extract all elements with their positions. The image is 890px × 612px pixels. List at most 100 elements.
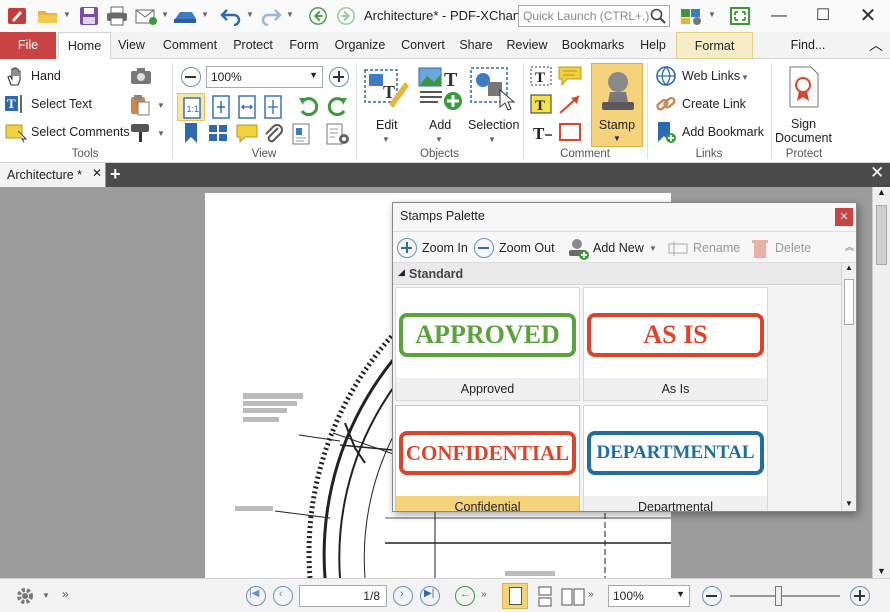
zoom-in-icon[interactable] xyxy=(329,67,349,87)
add-button[interactable]: Add xyxy=(429,118,451,132)
scan-icon[interactable] xyxy=(172,6,198,26)
maximize-button[interactable]: ☐ xyxy=(801,0,845,32)
scroll-thumb[interactable] xyxy=(876,205,887,265)
page-settings-icon[interactable] xyxy=(325,122,351,146)
rotate-left-icon[interactable] xyxy=(297,94,321,118)
tab-format[interactable]: Format xyxy=(676,32,753,59)
tab-protect[interactable]: Protect xyxy=(228,32,278,59)
arrow-icon[interactable] xyxy=(557,93,583,115)
back-icon[interactable] xyxy=(307,6,329,26)
status-zoom-select[interactable]: 100% ▼ xyxy=(608,585,690,607)
chevron-down-icon[interactable]: ▼ xyxy=(63,10,71,19)
zoom-out-icon[interactable] xyxy=(702,586,722,606)
chevron-down-icon[interactable]: ▼ xyxy=(649,244,657,253)
palette-add-new-button[interactable]: Add New xyxy=(593,241,644,255)
zoom-slider-thumb[interactable] xyxy=(775,586,782,606)
new-tab-icon[interactable]: + xyxy=(110,164,121,185)
callout-icon[interactable]: T xyxy=(529,121,553,143)
last-page-icon[interactable]: ▶| xyxy=(420,586,440,606)
zoom-in-icon[interactable] xyxy=(397,238,417,258)
chevron-down-icon[interactable]: ▼ xyxy=(157,101,165,110)
snapshot-camera-icon[interactable] xyxy=(129,66,153,86)
scroll-thumb[interactable] xyxy=(844,279,854,325)
sign-document-label-1[interactable]: Sign xyxy=(791,117,816,131)
add-bookmark-button[interactable]: Add Bookmark xyxy=(682,125,764,139)
attachments-icon[interactable] xyxy=(262,122,286,146)
zoom-in-icon[interactable] xyxy=(850,586,870,606)
properties-icon[interactable] xyxy=(291,122,313,146)
sticky-note-icon[interactable] xyxy=(557,65,583,87)
email-icon[interactable] xyxy=(134,6,158,26)
format-painter-icon[interactable] xyxy=(129,122,153,144)
zoom-slider-track[interactable] xyxy=(730,595,840,597)
text-box-icon[interactable]: T xyxy=(529,93,553,115)
select-comments-button[interactable]: Select Comments xyxy=(31,125,130,139)
chevron-down-icon[interactable]: ▼ xyxy=(676,589,685,599)
palette-delete-button[interactable]: Delete xyxy=(775,241,811,255)
select-text-button[interactable]: Select Text xyxy=(31,97,92,111)
actual-size-button[interactable]: 1:1 xyxy=(177,93,205,121)
edit-objects-icon[interactable]: T xyxy=(361,64,411,112)
zoom-out-icon[interactable] xyxy=(181,67,201,87)
palette-scrollbar[interactable]: ▲ ▼ xyxy=(841,263,856,511)
close-window-button[interactable]: ✕ xyxy=(846,0,890,32)
scroll-up-icon[interactable]: ▲ xyxy=(877,187,886,197)
chevron-down-icon[interactable]: » xyxy=(481,589,487,600)
tab-convert[interactable]: Convert xyxy=(396,32,450,59)
chevron-down-icon[interactable]: ▼ xyxy=(309,70,318,80)
forward-icon[interactable] xyxy=(335,6,357,26)
fit-page-icon[interactable] xyxy=(211,95,231,119)
palette-close-button[interactable]: ✕ xyxy=(835,208,853,226)
chevron-down-icon[interactable]: ▼ xyxy=(435,135,443,144)
palette-zoom-in-button[interactable]: Zoom In xyxy=(422,241,468,255)
chevron-down-icon[interactable]: ▼ xyxy=(488,135,496,144)
collapse-icon[interactable]: ︽ xyxy=(845,240,854,253)
tab-view[interactable]: View xyxy=(113,32,150,59)
chevron-down-icon[interactable]: ▼ xyxy=(286,10,294,19)
rectangle-icon[interactable] xyxy=(557,121,583,143)
chevron-down-icon[interactable]: ▼ xyxy=(157,129,165,138)
tab-form[interactable]: Form xyxy=(284,32,324,59)
minimize-button[interactable]: — xyxy=(757,0,801,32)
tab-file[interactable]: File xyxy=(0,32,56,59)
palette-zoom-out-button[interactable]: Zoom Out xyxy=(499,241,555,255)
stamp-button[interactable]: Stamp ▼ xyxy=(591,63,643,147)
chevron-down-icon[interactable]: ▼ xyxy=(382,135,390,144)
tab-bookmarks[interactable]: Bookmarks xyxy=(558,32,628,59)
collapse-ribbon-icon[interactable]: ︿ xyxy=(866,32,886,59)
fullscreen-icon[interactable] xyxy=(729,6,751,26)
document-tab[interactable]: Architecture * ✕ xyxy=(0,163,106,188)
create-link-button[interactable]: Create Link xyxy=(682,97,746,111)
continuous-view-icon[interactable] xyxy=(534,586,556,608)
search-icon[interactable] xyxy=(650,8,666,24)
previous-view-icon[interactable]: ← xyxy=(455,586,475,606)
settings-gear-icon[interactable] xyxy=(14,585,36,607)
sign-document-icon[interactable] xyxy=(787,65,821,109)
chevron-down-icon[interactable]: ▼ xyxy=(201,10,209,19)
undo-icon[interactable] xyxy=(219,6,243,26)
comments-pane-icon[interactable] xyxy=(235,123,259,143)
typewriter-icon[interactable]: T xyxy=(529,65,553,87)
tab-comment[interactable]: Comment xyxy=(156,32,224,59)
stamp-item[interactable]: AS IS As Is xyxy=(583,287,768,401)
hand-tool-button[interactable]: Hand xyxy=(31,69,61,83)
stamp-item[interactable]: DEPARTMENTAL Departmental xyxy=(583,405,768,511)
save-icon[interactable] xyxy=(78,6,100,26)
print-icon[interactable] xyxy=(105,6,129,26)
workspace-scrollbar[interactable]: ▲ ▼ xyxy=(872,187,890,578)
chevron-down-icon[interactable]: ▼ xyxy=(613,134,621,143)
stamp-item-selected[interactable]: CONFIDENTIAL Confidential xyxy=(395,405,580,511)
zoom-out-icon[interactable] xyxy=(474,238,494,258)
tab-share[interactable]: Share xyxy=(456,32,496,59)
first-page-icon[interactable]: |◀ xyxy=(246,586,266,606)
stamp-item[interactable]: APPROVED Approved xyxy=(395,287,580,401)
add-objects-icon[interactable]: T xyxy=(416,64,466,112)
redo-icon[interactable] xyxy=(259,6,283,26)
page-number-input[interactable]: 1/8 xyxy=(299,585,387,607)
ui-options-icon[interactable] xyxy=(679,6,705,26)
more-views-icon[interactable]: » xyxy=(588,589,594,600)
find-button[interactable]: Find... xyxy=(790,32,826,59)
chevron-down-icon[interactable]: ▼ xyxy=(161,10,169,19)
next-page-icon[interactable]: › xyxy=(393,586,413,606)
quick-launch-input[interactable]: Quick Launch (CTRL+.) xyxy=(518,5,670,27)
